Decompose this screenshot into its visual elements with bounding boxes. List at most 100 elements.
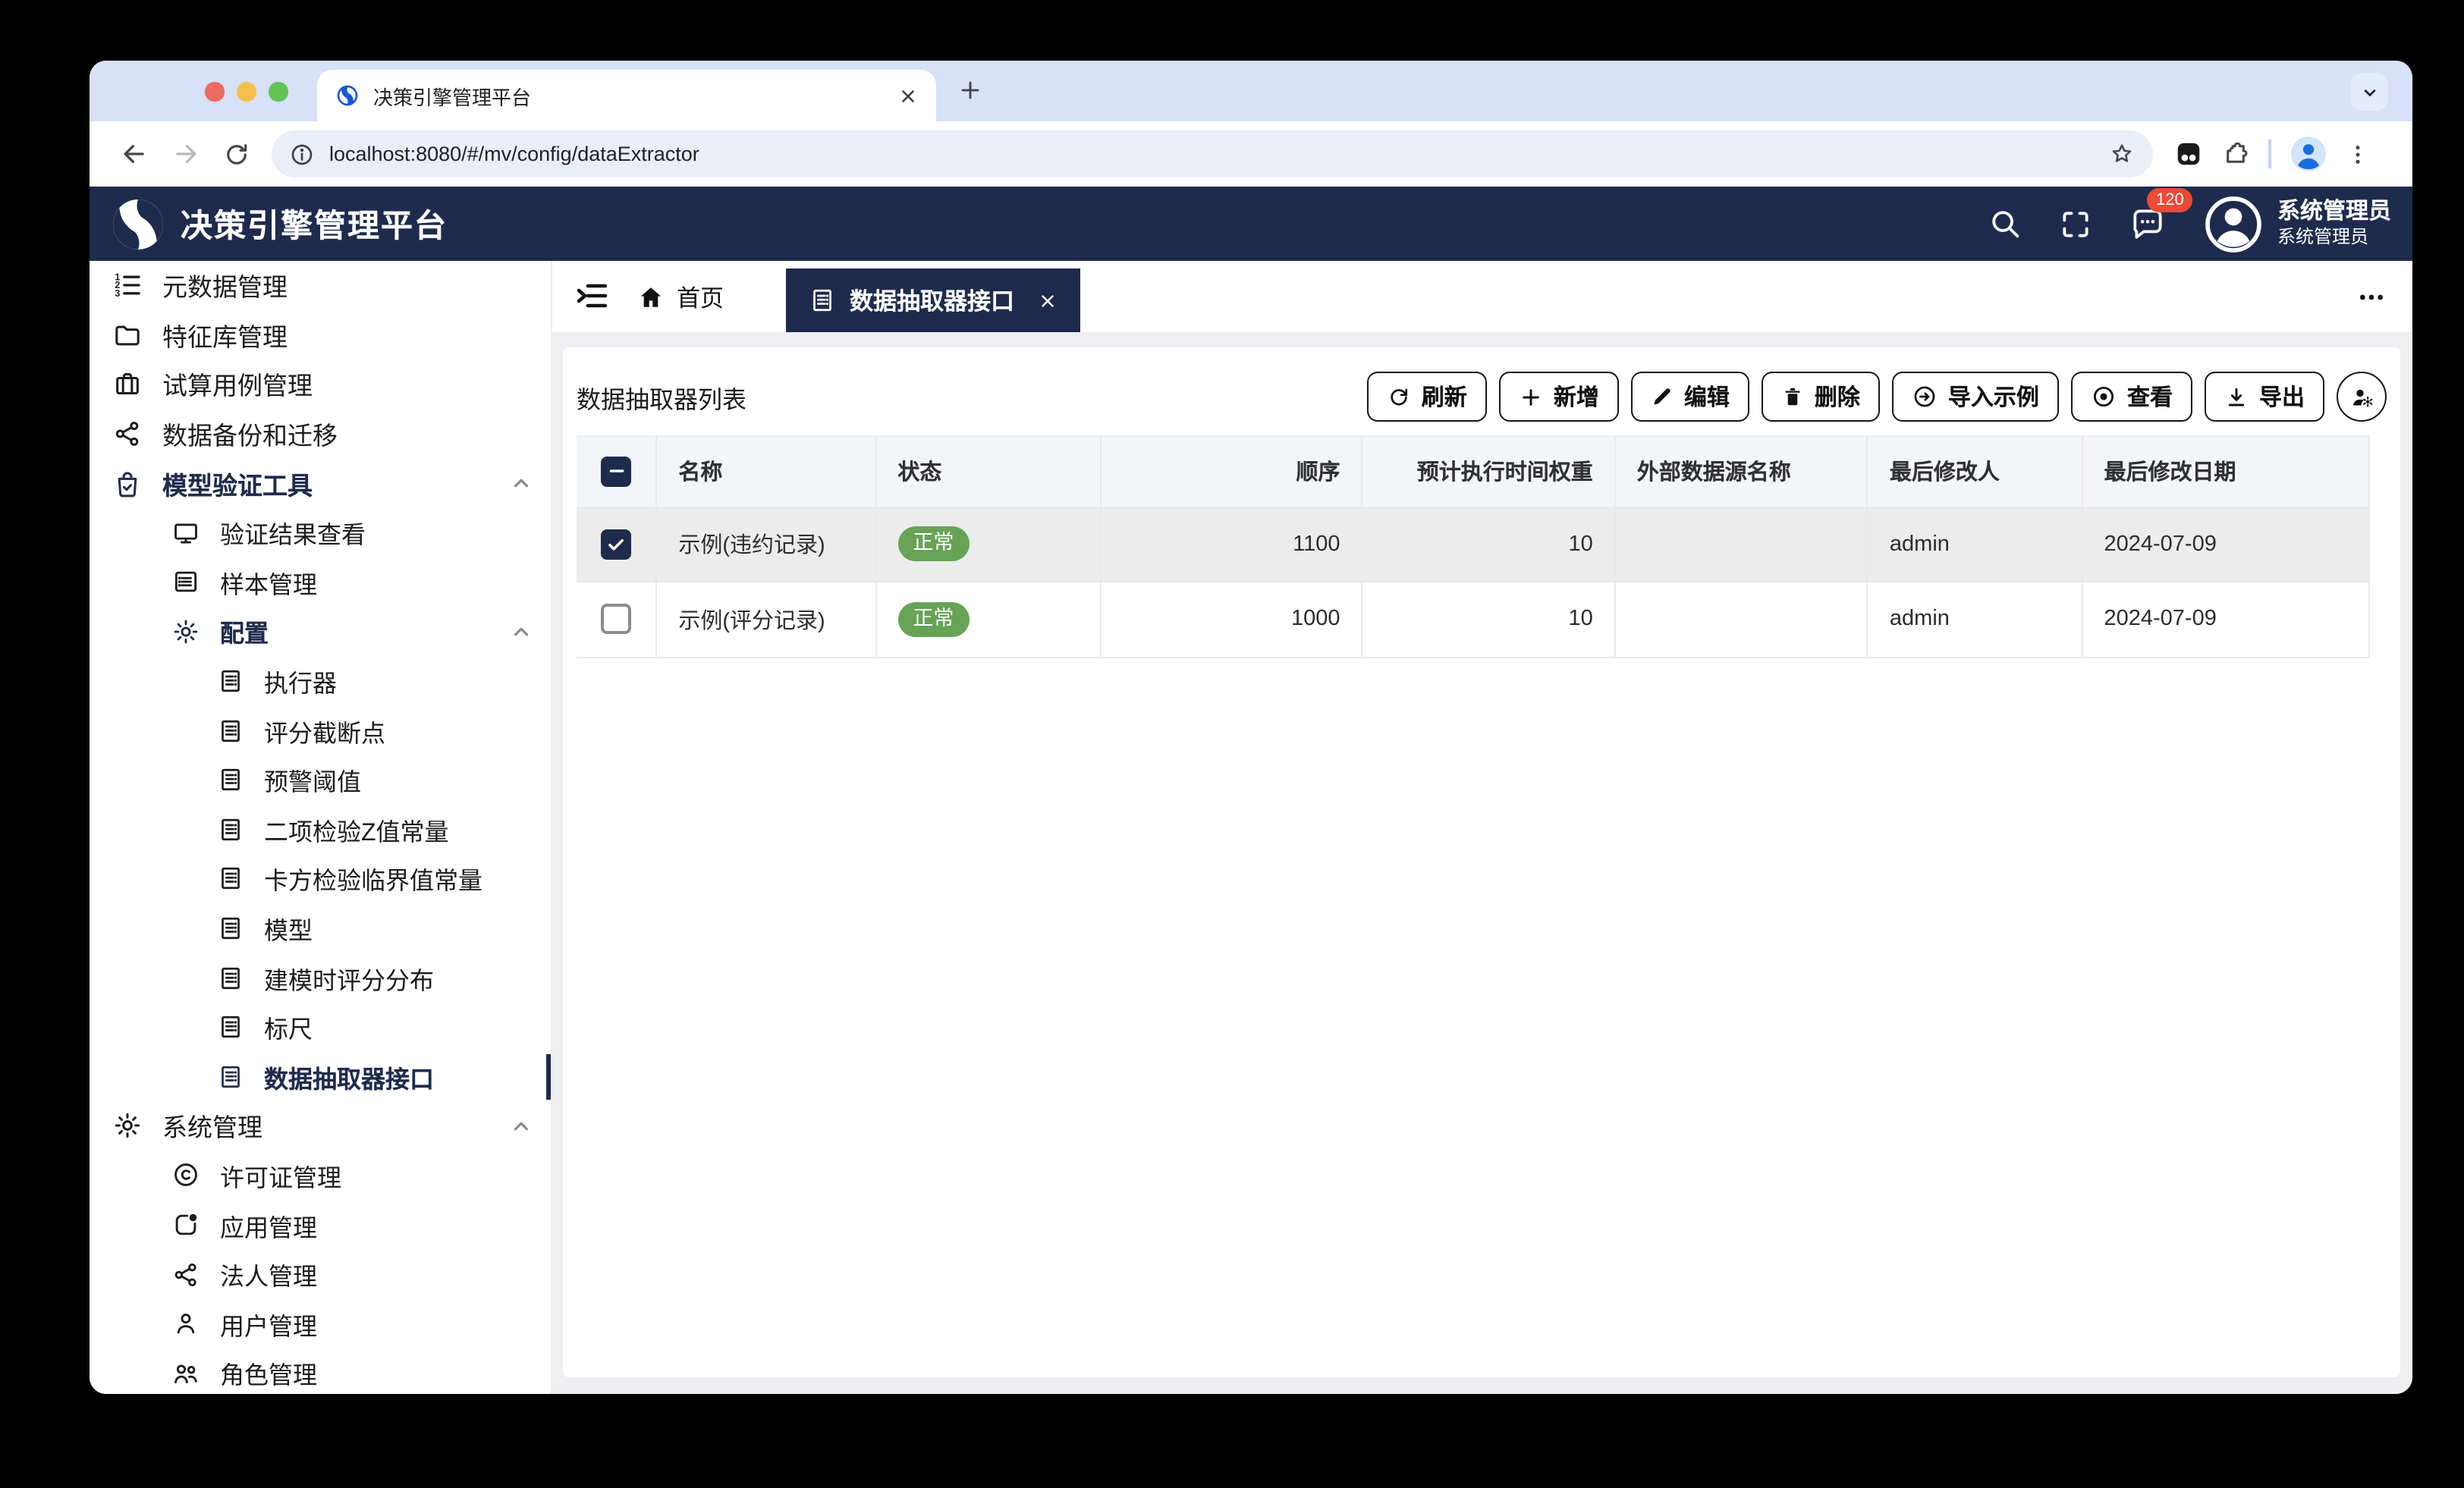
zoom-window-button[interactable]	[269, 82, 288, 101]
table-row[interactable]: 示例(评分记录) 正常 1000 10 admin 2024-07-09	[577, 582, 2370, 658]
plus-icon	[1519, 385, 1543, 409]
sidebar-item-feature-library[interactable]: 特征库管理	[90, 310, 551, 359]
cell-name: 示例(评分记录)	[656, 582, 877, 658]
sidebar-item-data-backup[interactable]: 数据备份和迁移	[90, 410, 551, 459]
share-icon	[171, 1260, 200, 1289]
sidebar-item-application-management[interactable]: 应用管理	[90, 1201, 551, 1250]
sidebar-item-data-extractor-interface[interactable]: 数据抽取器接口	[90, 1052, 551, 1101]
sidebar-group-system-management[interactable]: 系统管理	[90, 1101, 551, 1151]
col-header-modified-by: 最后修改人	[1867, 435, 2083, 507]
cell-modified-by: admin	[1867, 507, 2083, 582]
pencil-icon	[1651, 385, 1674, 408]
extensions-puzzle-icon[interactable]	[2221, 140, 2250, 168]
tab-options-icon[interactable]	[2356, 282, 2387, 312]
app-bar-right: 120 系统管理员 系统管理员	[1988, 188, 2391, 254]
sidebar-item-modeling-score-distribution[interactable]: 建模时评分分布	[90, 953, 551, 1003]
bookmark-star-icon[interactable]	[2109, 141, 2135, 167]
row-checkbox-checked[interactable]	[601, 529, 632, 560]
sidebar-item-legal-entity-management[interactable]: 法人管理	[90, 1250, 551, 1299]
sidebar-item-sample-management[interactable]: 样本管理	[90, 557, 551, 607]
receipt-icon	[217, 1013, 244, 1041]
view-button[interactable]: 查看	[2070, 372, 2192, 422]
content-area: 首页 数据抽取器接口 数据抽取器列表 刷新 新增 编辑 删除 导入示例 查看 导…	[552, 261, 2412, 1394]
reload-icon[interactable]	[211, 128, 262, 180]
close-window-button[interactable]	[205, 82, 224, 101]
sidebar-item-binomial-z-constant[interactable]: 二项检验Z值常量	[90, 805, 551, 854]
receipt-icon	[217, 667, 244, 695]
collapse-sidebar-icon[interactable]	[574, 278, 610, 314]
sidebar-item-trial-cases[interactable]: 试算用例管理	[90, 359, 551, 409]
sidebar-item-user-management[interactable]: 用户管理	[90, 1299, 551, 1348]
minimize-window-button[interactable]	[237, 82, 256, 101]
sidebar-item-metadata-management[interactable]: 123 元数据管理	[90, 261, 551, 310]
tab-data-extractor-interface[interactable]: 数据抽取器接口	[786, 268, 1080, 332]
sidebar-item-executor[interactable]: 执行器	[90, 657, 551, 706]
back-icon[interactable]	[108, 128, 159, 180]
cell-datasource	[1614, 507, 1868, 582]
tab-home[interactable]: 首页	[637, 275, 724, 320]
receipt-icon	[217, 964, 244, 991]
column-settings-button[interactable]	[2337, 372, 2387, 422]
cell-modified-by: admin	[1867, 582, 2083, 658]
status-badge: 正常	[897, 601, 970, 637]
select-all-checkbox[interactable]	[601, 456, 632, 487]
active-item-indicator	[545, 1053, 551, 1099]
export-button[interactable]: 导出	[2204, 372, 2324, 422]
browser-toolbar-right	[2174, 135, 2369, 173]
receipt-icon	[217, 717, 244, 744]
screen: 决策引擎管理平台 localhost:8080/#/mv/config/data…	[0, 0, 2464, 1488]
refresh-icon	[1387, 385, 1411, 409]
card-header: 数据抽取器列表 刷新 新增 编辑 删除 导入示例 查看 导出	[577, 367, 2387, 426]
add-button[interactable]: 新增	[1498, 372, 1619, 422]
svg-text:3: 3	[115, 289, 120, 300]
sidebar-group-config[interactable]: 配置	[90, 607, 551, 656]
favicon	[335, 83, 360, 108]
folder-icon	[112, 320, 143, 350]
browser-tab-title: 决策引擎管理平台	[373, 86, 532, 108]
tab-search-button[interactable]	[2350, 73, 2388, 111]
sidebar-item-ruler[interactable]: 标尺	[90, 1003, 551, 1052]
sidebar-group-model-validation-tools[interactable]: 模型验证工具	[90, 459, 551, 508]
people-icon	[171, 1359, 200, 1388]
browser-toolbar: localhost:8080/#/mv/config/dataExtractor	[90, 121, 2412, 187]
sidebar-item-model[interactable]: 模型	[90, 903, 551, 953]
row-checkbox-unchecked[interactable]	[601, 604, 632, 635]
refresh-button[interactable]: 刷新	[1366, 372, 1487, 422]
col-header-modified-date: 最后修改日期	[2082, 435, 2370, 507]
sidebar-item-alert-threshold[interactable]: 预警阈值	[90, 755, 551, 805]
download-icon	[2224, 385, 2249, 409]
sidebar-item-role-management[interactable]: 角色管理	[90, 1348, 551, 1394]
fullscreen-icon[interactable]	[2059, 207, 2092, 240]
bag-check-icon	[112, 468, 143, 498]
home-icon	[637, 284, 665, 311]
url-bar[interactable]: localhost:8080/#/mv/config/dataExtractor	[272, 130, 2153, 177]
url-text[interactable]: localhost:8080/#/mv/config/dataExtractor	[329, 143, 2094, 165]
sidebar-item-license-management[interactable]: 许可证管理	[90, 1151, 551, 1200]
col-header-name: 名称	[656, 435, 877, 507]
edit-button[interactable]: 编辑	[1630, 372, 1749, 422]
table-row[interactable]: 示例(违约记录) 正常 1100 10 admin 2024-07-09	[577, 507, 2370, 582]
numbered-list-icon: 123	[112, 271, 143, 301]
sidebar-item-chisquare-critical-constant[interactable]: 卡方检验临界值常量	[90, 854, 551, 903]
cell-order: 1000	[1101, 582, 1363, 658]
cell-weight: 10	[1362, 507, 1616, 582]
search-icon[interactable]	[1988, 206, 2022, 241]
extension-badge-icon[interactable]	[2174, 140, 2203, 168]
profile-avatar-icon[interactable]	[2289, 135, 2327, 173]
forward-icon[interactable]	[159, 128, 211, 180]
app-square-dot-icon	[171, 1210, 200, 1239]
sidebar-item-validation-results[interactable]: 验证结果查看	[90, 508, 551, 557]
browser-menu-icon[interactable]	[2345, 142, 2369, 166]
messages-button[interactable]: 120	[2129, 188, 2193, 243]
sidebar-item-score-cutoff[interactable]: 评分截断点	[90, 706, 551, 755]
delete-button[interactable]: 删除	[1761, 372, 1880, 422]
import-sample-button[interactable]: 导入示例	[1891, 372, 2059, 422]
new-tab-button[interactable]	[957, 77, 983, 103]
browser-tab[interactable]: 决策引擎管理平台	[317, 70, 936, 121]
close-tab-icon[interactable]	[1037, 290, 1057, 310]
user-menu[interactable]: 系统管理员 系统管理员	[2203, 193, 2391, 254]
person-icon	[171, 1310, 200, 1339]
close-tab-icon[interactable]	[898, 86, 918, 105]
site-info-icon[interactable]	[290, 142, 314, 166]
cell-modified-date: 2024-07-09	[2082, 507, 2370, 582]
